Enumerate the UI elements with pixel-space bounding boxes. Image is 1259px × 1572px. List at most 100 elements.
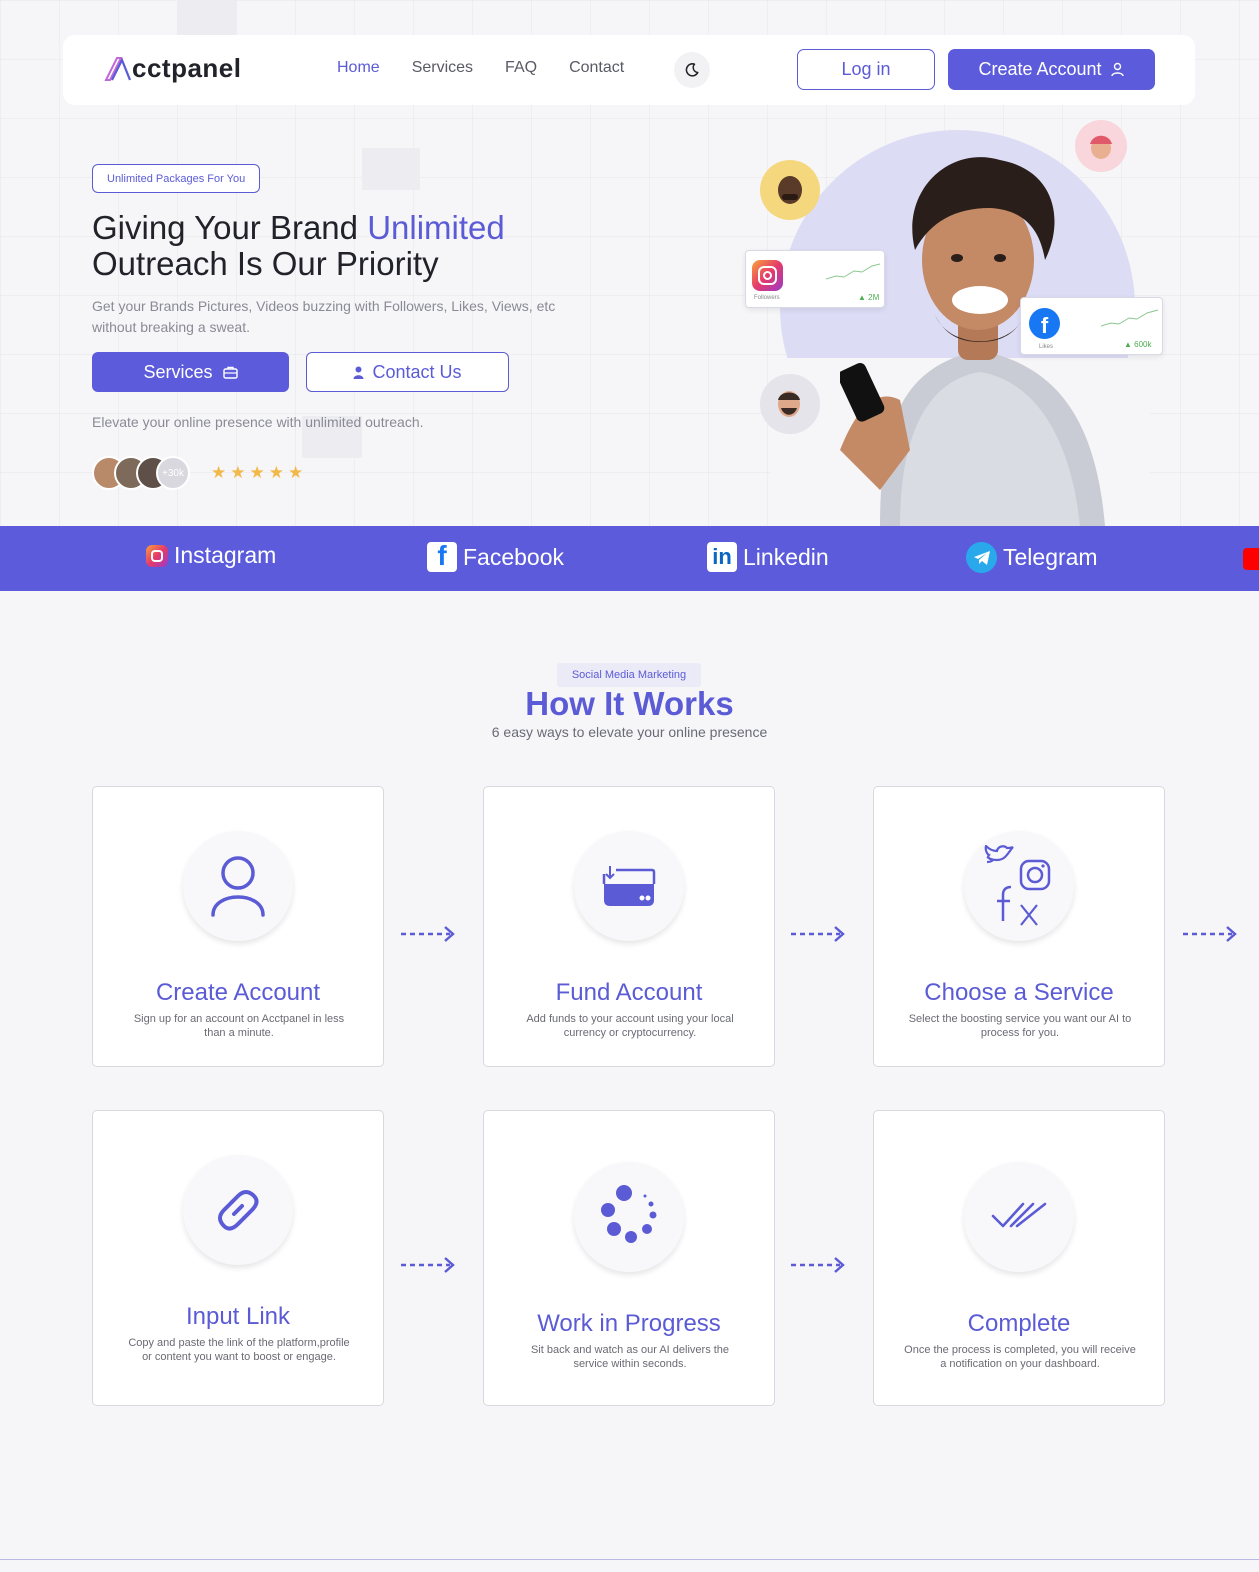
arrow-right-icon [401, 926, 455, 942]
strip-label: Linkedin [743, 543, 829, 570]
step-desc: Add funds to your account using your loc… [526, 1013, 734, 1039]
instagram-stat-card: Followers ▲ 2M [745, 250, 885, 308]
services-button[interactable]: Services [92, 352, 289, 392]
step-title: Complete [967, 1310, 1071, 1337]
stat-label: Followers [754, 295, 780, 301]
top-navbar: cctpanel Home Services FAQ Contact Log i… [63, 35, 1195, 105]
logo[interactable]: cctpanel [103, 53, 242, 84]
avatar-bubble [760, 374, 820, 434]
spinner-icon [601, 1185, 657, 1243]
arrow-right-icon [791, 1257, 845, 1273]
section-subtitle: 6 easy ways to elevate your online prese… [491, 724, 768, 740]
step-card-fund-account: Fund Account Add funds to your account u… [483, 786, 775, 1067]
step-card-choose-service: Choose a Service Select the boosting ser… [873, 786, 1165, 1067]
user-icon [211, 856, 265, 917]
create-account-button[interactable]: Create Account [948, 49, 1155, 90]
theme-toggle-button[interactable] [674, 52, 710, 88]
arrow-right-icon [791, 926, 845, 942]
step-icon-circle [964, 1162, 1074, 1272]
nav-link-faq[interactable]: FAQ [505, 59, 537, 77]
link-icon [218, 1190, 259, 1231]
login-button[interactable]: Log in [797, 49, 935, 90]
create-account-label: Create Account [978, 59, 1102, 79]
logo-text: cctpanel [132, 53, 242, 83]
wallet-icon [602, 866, 656, 906]
facebook-stat-card: f Likes ▲ 600k [1020, 297, 1163, 355]
emoji-face-icon [1090, 135, 1112, 159]
star-icon: ★ [249, 463, 265, 482]
star-icon: ★ [211, 463, 227, 482]
trend-line-icon [826, 263, 881, 280]
nav-link-contact[interactable]: Contact [569, 59, 624, 77]
youtube-icon [1243, 548, 1259, 570]
trend-line-icon [1101, 309, 1159, 327]
hero-title-part1: Giving Your Brand [92, 209, 368, 246]
person-icon [353, 366, 364, 379]
hero-badge: Unlimited Packages For You [92, 164, 261, 193]
step-desc: Once the process is completed, you will … [904, 1344, 1136, 1370]
step-title: Choose a Service [924, 979, 1114, 1006]
stat-value: ▲ 600k [1124, 340, 1152, 349]
background-block [362, 148, 420, 190]
strip-item-telegram: Telegram [966, 542, 1098, 573]
strip-label: Telegram [1003, 544, 1098, 570]
step-desc: Copy and paste the link of the platform,… [128, 1337, 350, 1363]
user-icon [1110, 62, 1124, 77]
emoji-face-icon [778, 391, 800, 417]
strip-label: Instagram [174, 542, 277, 568]
section-badge: Social Media Marketing [557, 663, 701, 687]
stat-label: Likes [1039, 344, 1054, 350]
arrow-right-icon [1183, 926, 1237, 942]
strip-label: Facebook [463, 543, 565, 570]
step-icon-circle [183, 831, 293, 941]
services-button-label: Services [143, 361, 213, 382]
nav-link-services[interactable]: Services [412, 59, 473, 77]
briefcase-icon [222, 366, 238, 379]
hero-title-accent: Unlimited [367, 209, 505, 246]
hero-subtitle: Get your Brands Pictures, Videos buzzing… [92, 298, 556, 335]
avatar-bubble [1075, 120, 1127, 172]
stat-value-text: 600k [1134, 340, 1152, 349]
star-icon: ★ [230, 463, 246, 482]
stat-value: ▲ 2M [858, 293, 880, 302]
strip-item-linkedin: in Linkedin [707, 542, 829, 572]
section-title: How It Works [525, 685, 734, 722]
nav-link-home[interactable]: Home [337, 59, 380, 77]
instagram-icon [752, 260, 783, 291]
step-desc: Sit back and watch as our AI delivers th… [530, 1344, 730, 1370]
strip-item-facebook: f Facebook [427, 540, 565, 572]
hero-title: Giving Your Brand Unlimited Outreach Is … [92, 210, 652, 282]
contact-us-button[interactable]: Contact Us [306, 352, 509, 392]
section-divider [0, 1559, 1259, 1560]
linkedin-icon: in [707, 542, 737, 572]
step-icon-circle [964, 831, 1074, 941]
step-icon-circle [574, 1162, 684, 1272]
logo-mark-icon [104, 56, 131, 81]
moon-icon [685, 63, 699, 77]
star-icon: ★ [288, 463, 304, 482]
contact-us-label: Contact Us [372, 361, 462, 382]
step-card-input-link: Input Link Copy and paste the link of th… [92, 1110, 384, 1406]
double-check-icon [991, 1202, 1047, 1228]
step-title: Input Link [185, 1303, 291, 1330]
arrow-right-icon [401, 1257, 455, 1273]
facebook-icon: f [1029, 308, 1060, 339]
step-icon-circle [183, 1155, 293, 1265]
step-card-work-in-progress: Work in Progress Sit back and watch as o… [483, 1110, 775, 1406]
instagram-icon [146, 544, 168, 567]
social-platforms-strip: Instagram f Facebook in Linkedin Telegra… [0, 526, 1259, 591]
avatar-bubble [760, 160, 820, 220]
step-card-create-account: Create Account Sign up for an account on… [92, 786, 384, 1067]
social-icons [984, 845, 1051, 926]
login-button-label: Log in [841, 59, 891, 79]
strip-item-instagram: Instagram [146, 542, 276, 569]
emoji-face-icon [778, 176, 802, 204]
nav-links: Home Services FAQ Contact [337, 59, 624, 77]
step-desc: Select the boosting service you want our… [908, 1013, 1132, 1039]
step-desc: Sign up for an account on Acctpanel in l… [133, 1013, 345, 1039]
star-icon: ★ [268, 463, 284, 482]
step-card-complete: Complete Once the process is completed, … [873, 1110, 1165, 1406]
facebook-icon: f [427, 540, 457, 572]
stat-value-text: 2M [868, 293, 880, 302]
step-title: Fund Account [555, 979, 703, 1006]
